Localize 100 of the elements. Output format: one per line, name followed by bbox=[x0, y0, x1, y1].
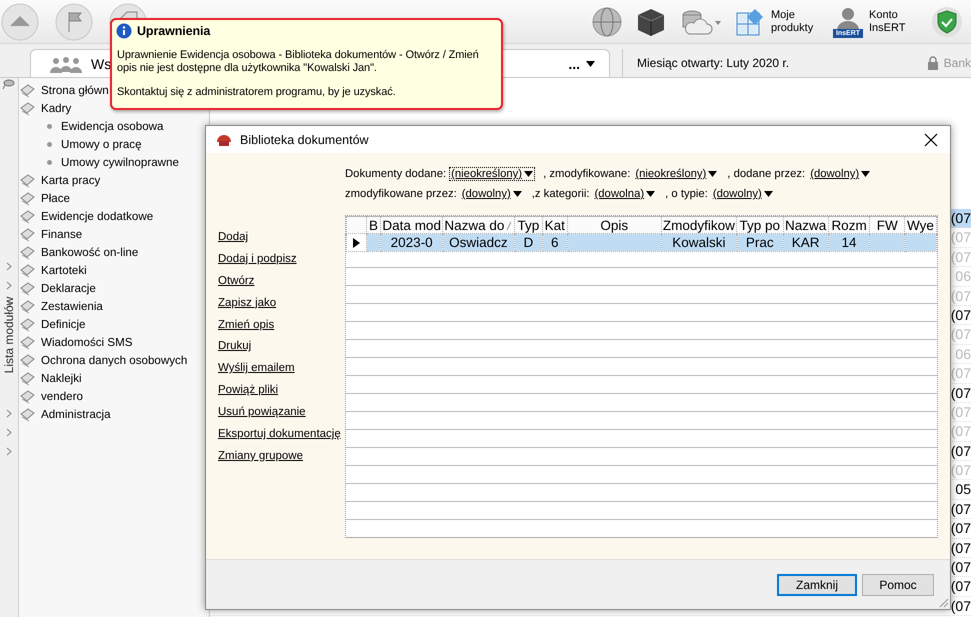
filter-label: Dokumenty dodane: bbox=[345, 168, 446, 180]
filter-dropdown[interactable]: (nieokreślony) bbox=[449, 167, 536, 181]
module-item[interactable]: Karta pracy bbox=[19, 171, 100, 189]
pin-icon[interactable] bbox=[2, 78, 16, 90]
action-link[interactable]: Drukuj bbox=[218, 340, 252, 352]
column-header[interactable]: Zmodyfikow bbox=[661, 216, 736, 234]
action-link[interactable]: Zapisz jako bbox=[218, 296, 276, 309]
dialog-button[interactable]: Zamknij bbox=[777, 574, 857, 596]
module-item[interactable]: Definicje bbox=[19, 315, 86, 333]
sort-icon bbox=[506, 222, 512, 230]
panel-label[interactable]: Lista modułów bbox=[2, 292, 16, 378]
module-item[interactable]: Administracja bbox=[19, 405, 111, 423]
caret-icon bbox=[512, 191, 522, 197]
module-item[interactable]: Ewidencje dodatkowe bbox=[19, 207, 154, 225]
filter-dropdown[interactable]: (dowolny) bbox=[808, 167, 872, 181]
module-item[interactable]: Płace bbox=[19, 189, 70, 207]
bullet-icon bbox=[47, 142, 52, 146]
table-cell: Oswiadcz bbox=[449, 235, 508, 250]
module-icon bbox=[19, 190, 36, 206]
column-header[interactable]: Typ po bbox=[736, 216, 784, 234]
column-header[interactable]: B bbox=[366, 216, 381, 234]
module-icon bbox=[19, 172, 36, 188]
caret-icon[interactable] bbox=[586, 60, 595, 66]
submodule-item[interactable]: Umowy o pracę bbox=[19, 135, 142, 153]
products-label[interactable]: Moje produkty bbox=[771, 8, 821, 34]
action-link[interactable]: Usuń powiązanie bbox=[218, 406, 306, 418]
account-label[interactable]: Konto InsERT bbox=[869, 8, 919, 34]
dialog-button[interactable]: Pomoc bbox=[862, 574, 934, 596]
action-link[interactable]: Wyślij emailem bbox=[218, 362, 295, 374]
column-header[interactable]: Wye bbox=[904, 216, 936, 234]
table-cell: Prac bbox=[746, 235, 774, 250]
column-header[interactable]: Data mod bbox=[380, 216, 442, 234]
module-icon bbox=[19, 370, 36, 386]
module-icon bbox=[19, 406, 36, 422]
action-link[interactable]: Dodaj i podpisz bbox=[218, 252, 297, 265]
caret-icon bbox=[764, 191, 773, 197]
module-item[interactable]: Naklejki bbox=[19, 369, 82, 387]
column-header[interactable]: Opis bbox=[567, 216, 662, 234]
action-link[interactable]: Dodaj bbox=[218, 231, 248, 243]
action-link[interactable]: Powiąż pliki bbox=[218, 384, 278, 396]
table-cell: 2023-0 bbox=[390, 235, 433, 250]
column-header[interactable]: Typ bbox=[514, 216, 542, 234]
module-icon bbox=[19, 226, 36, 242]
info-icon bbox=[116, 23, 132, 39]
filter-label: , dodane przez: bbox=[727, 168, 806, 180]
column-header[interactable]: Kat bbox=[542, 216, 568, 234]
module-item[interactable]: Ochrona danych osobowych bbox=[19, 351, 188, 369]
column-header[interactable]: Nazwa bbox=[783, 216, 828, 234]
tooltip-message: Uprawnienie Ewidencja osobowa - Biblioteka dokumentów - Otwórz / Zmień opis nie jest dostępne dla użytkownika "Kowalski Jan". bbox=[117, 49, 480, 75]
action-link[interactable]: Zmień opis bbox=[218, 318, 274, 331]
bullet-icon bbox=[47, 160, 52, 164]
action-link[interactable]: Zmiany grupowe bbox=[218, 450, 304, 462]
table-cell: 6 bbox=[550, 235, 558, 250]
dialog-title: Biblioteka dokumentów bbox=[240, 132, 369, 146]
month-label: Miesiąc otwarty: Luty 2020 r. bbox=[622, 49, 917, 77]
module-item[interactable]: vendero bbox=[19, 387, 83, 405]
filter-dropdown[interactable]: (nieokreślony) bbox=[633, 167, 720, 181]
shield-icon[interactable] bbox=[931, 6, 963, 38]
bullet-icon bbox=[47, 124, 52, 128]
more-menu[interactable]: ... bbox=[568, 56, 580, 72]
module-item[interactable]: Zestawienia bbox=[19, 297, 103, 315]
grid-icon[interactable] bbox=[735, 6, 765, 36]
caret-icon bbox=[708, 171, 718, 177]
module-item[interactable]: Kadry bbox=[19, 99, 72, 117]
filter-dropdown[interactable]: (dowolny) bbox=[460, 187, 524, 201]
table-cell: D bbox=[523, 235, 534, 250]
filter-dropdown[interactable]: (dowolny) bbox=[710, 187, 775, 201]
module-item[interactable]: Deklaracje bbox=[19, 279, 96, 297]
resize-grip-icon[interactable] bbox=[937, 596, 949, 608]
module-item[interactable]: Wiadomości SMS bbox=[19, 333, 132, 351]
filter-dropdown[interactable]: (dowolna) bbox=[592, 187, 658, 201]
action-link[interactable]: Eksportuj dokumentację bbox=[218, 428, 341, 440]
globe-icon[interactable] bbox=[591, 6, 623, 38]
submodule-item[interactable]: Ewidencja osobowa bbox=[19, 117, 164, 135]
tooltip-title: Uprawnienia bbox=[137, 24, 210, 38]
module-item[interactable]: Finanse bbox=[19, 225, 82, 243]
module-icon bbox=[19, 352, 36, 368]
table-cell: Kowalski bbox=[672, 235, 726, 250]
module-icon bbox=[19, 316, 36, 332]
module-item[interactable]: Bankowość on-line bbox=[19, 243, 138, 261]
action-link[interactable]: Otwórz bbox=[218, 274, 254, 287]
column-header[interactable]: FW bbox=[870, 216, 904, 234]
module-icon bbox=[19, 334, 36, 350]
tab-label: Ws bbox=[91, 56, 112, 72]
module-icon bbox=[19, 100, 36, 116]
column-header[interactable]: Nazwa do bbox=[442, 216, 514, 234]
filter-label: ,z kategorii: bbox=[532, 188, 590, 200]
caret-icon bbox=[524, 171, 534, 177]
submodule-item[interactable]: Umowy cywilnoprawne bbox=[19, 153, 179, 171]
close-icon[interactable] bbox=[924, 132, 938, 146]
flag-icon[interactable] bbox=[54, 2, 94, 42]
app-logo-icon bbox=[216, 132, 232, 146]
tooltip-hint: Skontaktuj się z administratorem programu, by je uzyskać. bbox=[117, 86, 397, 98]
caret-icon bbox=[646, 191, 656, 197]
module-icon bbox=[19, 208, 36, 224]
module-icon bbox=[19, 82, 36, 98]
module-item[interactable]: Kartoteki bbox=[19, 261, 87, 279]
filter-label: , zmodyfikowane: bbox=[543, 168, 630, 180]
module-item[interactable]: Strona główn bbox=[19, 81, 109, 99]
column-header[interactable]: Rozm bbox=[828, 216, 870, 234]
